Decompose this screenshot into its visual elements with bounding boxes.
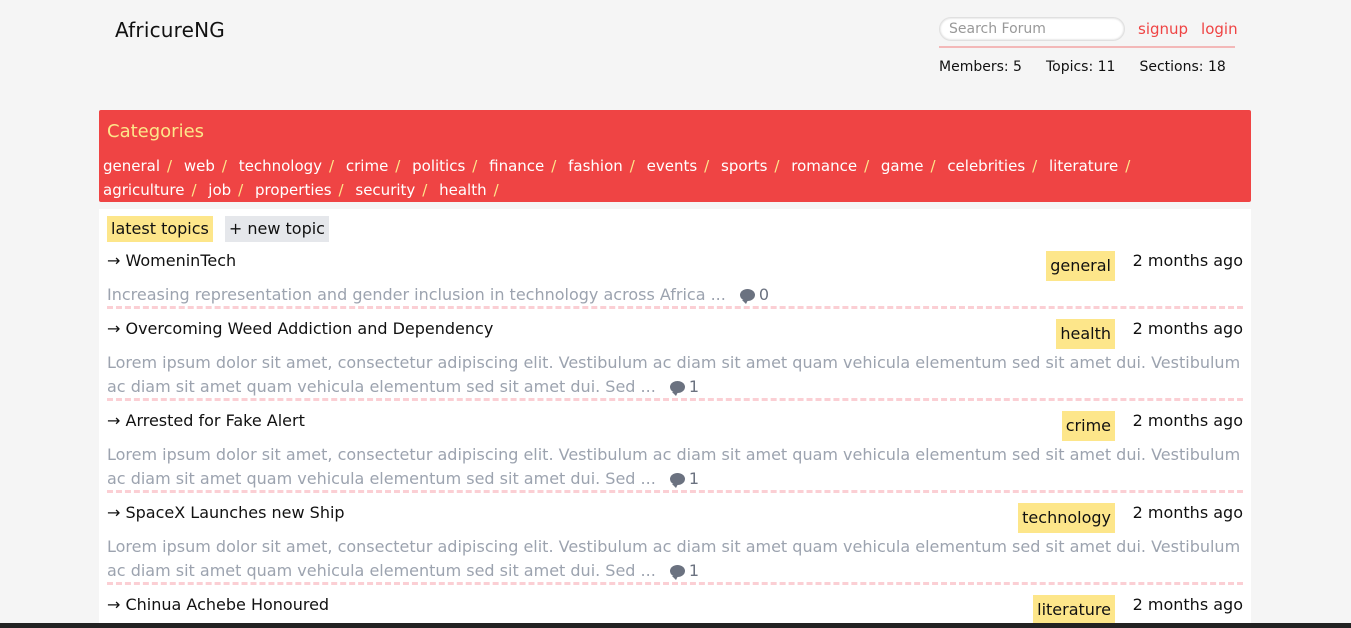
comment-icon — [739, 289, 755, 304]
category-job[interactable]: job — [208, 181, 231, 199]
comment-icon — [669, 473, 685, 488]
topic-title-link[interactable]: → SpaceX Launches new Ship — [107, 503, 345, 523]
search-row: signup login — [939, 16, 1238, 48]
category-web[interactable]: web — [184, 157, 215, 175]
topic-row: → Overcoming Weed Addiction and Dependen… — [107, 319, 1243, 401]
topic-row: → WomeninTech general 2 months ago Increasi… — [107, 251, 1243, 309]
topic-row: → Arrested for Fake Alert crime 2 months a… — [107, 411, 1243, 493]
bottom-strip — [0, 623, 1351, 628]
comment-count: 1 — [669, 561, 699, 580]
topic-timestamp: 2 months ago — [1132, 251, 1243, 270]
topic-timestamp: 2 months ago — [1132, 595, 1243, 614]
header-right: signup login Members: 5 Topics: 11 Secti… — [939, 16, 1238, 75]
comment-count-value: 1 — [688, 469, 699, 488]
category-events[interactable]: events — [647, 157, 698, 175]
category-agriculture[interactable]: agriculture — [103, 181, 184, 199]
category-properties[interactable]: properties — [255, 181, 332, 199]
category-celebrities[interactable]: celebrities — [947, 157, 1025, 175]
topic-category-badge[interactable]: health — [1056, 319, 1115, 349]
category-separator: / — [329, 157, 335, 175]
site-brand[interactable]: AfricureNG — [115, 18, 225, 42]
comment-icon — [669, 381, 685, 396]
topic-category-badge[interactable]: crime — [1061, 411, 1115, 441]
topic-excerpt: Lorem ipsum dolor sit amet, consectetur … — [107, 351, 1243, 399]
topic-title-link[interactable]: → Arrested for Fake Alert — [107, 411, 305, 431]
topic-excerpt: Increasing representation and gender inc… — [107, 283, 1243, 307]
comment-count-value: 1 — [688, 561, 699, 580]
category-game[interactable]: game — [881, 157, 924, 175]
category-security[interactable]: security — [355, 181, 415, 199]
category-crime[interactable]: crime — [346, 157, 388, 175]
login-link[interactable]: login — [1201, 20, 1238, 38]
category-politics[interactable]: politics — [412, 157, 465, 175]
categories-list: general / web / technology / crime / politic… — [103, 154, 1233, 202]
members-count: Members: 5 — [939, 59, 1022, 75]
comment-count-value: 1 — [688, 377, 699, 396]
topics-panel: latest topics + new topic → WomeninTech g… — [99, 209, 1251, 628]
comment-count-value: 0 — [758, 285, 770, 304]
topic-excerpt: Lorem ipsum dolor sit amet, consectetur … — [107, 443, 1243, 491]
topic-category-badge[interactable]: general — [1046, 251, 1115, 281]
comment-count: 1 — [669, 377, 699, 396]
topic-title-link[interactable]: → Chinua Achebe Honoured — [107, 595, 329, 615]
category-fashion[interactable]: fashion — [568, 157, 623, 175]
category-separator: / — [191, 181, 197, 199]
topic-excerpt-text: Increasing representation and gender inc… — [107, 285, 726, 304]
comment-count: 1 — [669, 469, 699, 488]
category-separator: / — [629, 157, 635, 175]
categories-panel: Categories general / web / technology / cri… — [99, 110, 1251, 202]
topic-title-link[interactable]: → WomeninTech — [107, 251, 236, 271]
category-general[interactable]: general — [103, 157, 160, 175]
signup-link[interactable]: signup — [1138, 20, 1188, 38]
topic-row: → SpaceX Launches new Ship technology 2 mo… — [107, 503, 1243, 585]
sections-count: Sections: 18 — [1139, 59, 1226, 75]
topic-tabs: latest topics + new topic — [107, 216, 329, 242]
topic-excerpt: Lorem ipsum dolor sit amet, consectetur … — [107, 535, 1243, 583]
category-separator: / — [930, 157, 936, 175]
category-health[interactable]: health — [439, 181, 486, 199]
category-separator: / — [422, 181, 428, 199]
topic-category-badge[interactable]: literature — [1033, 595, 1115, 625]
category-separator: / — [221, 157, 227, 175]
category-separator: / — [472, 157, 478, 175]
category-separator: / — [238, 181, 244, 199]
comment-icon — [669, 565, 685, 580]
topic-timestamp: 2 months ago — [1132, 319, 1243, 338]
categories-title: Categories — [107, 121, 205, 142]
tab-latest-topics[interactable]: latest topics — [107, 216, 213, 242]
category-separator: / — [167, 157, 173, 175]
category-separator: / — [338, 181, 344, 199]
category-separator: / — [551, 157, 557, 175]
category-finance[interactable]: finance — [489, 157, 544, 175]
comment-count: 0 — [739, 285, 770, 304]
topics-count: Topics: 11 — [1045, 59, 1116, 75]
category-separator: / — [1032, 157, 1038, 175]
category-sports[interactable]: sports — [721, 157, 767, 175]
category-separator: / — [774, 157, 780, 175]
category-literature[interactable]: literature — [1049, 157, 1118, 175]
category-separator: / — [864, 157, 870, 175]
new-topic-button[interactable]: + new topic — [224, 216, 329, 242]
topic-timestamp: 2 months ago — [1132, 503, 1243, 522]
category-romance[interactable]: romance — [791, 157, 857, 175]
forum-stats: Members: 5 Topics: 11 Sections: 18 — [939, 59, 1235, 75]
topic-category-badge[interactable]: technology — [1018, 503, 1115, 533]
topic-title-link[interactable]: → Overcoming Weed Addiction and Dependen… — [107, 319, 493, 339]
category-separator: / — [704, 157, 710, 175]
category-separator: / — [493, 181, 499, 199]
search-input[interactable] — [939, 17, 1125, 41]
category-separator: / — [1125, 157, 1131, 175]
topic-timestamp: 2 months ago — [1132, 411, 1243, 430]
category-technology[interactable]: technology — [239, 157, 322, 175]
category-separator: / — [395, 157, 401, 175]
